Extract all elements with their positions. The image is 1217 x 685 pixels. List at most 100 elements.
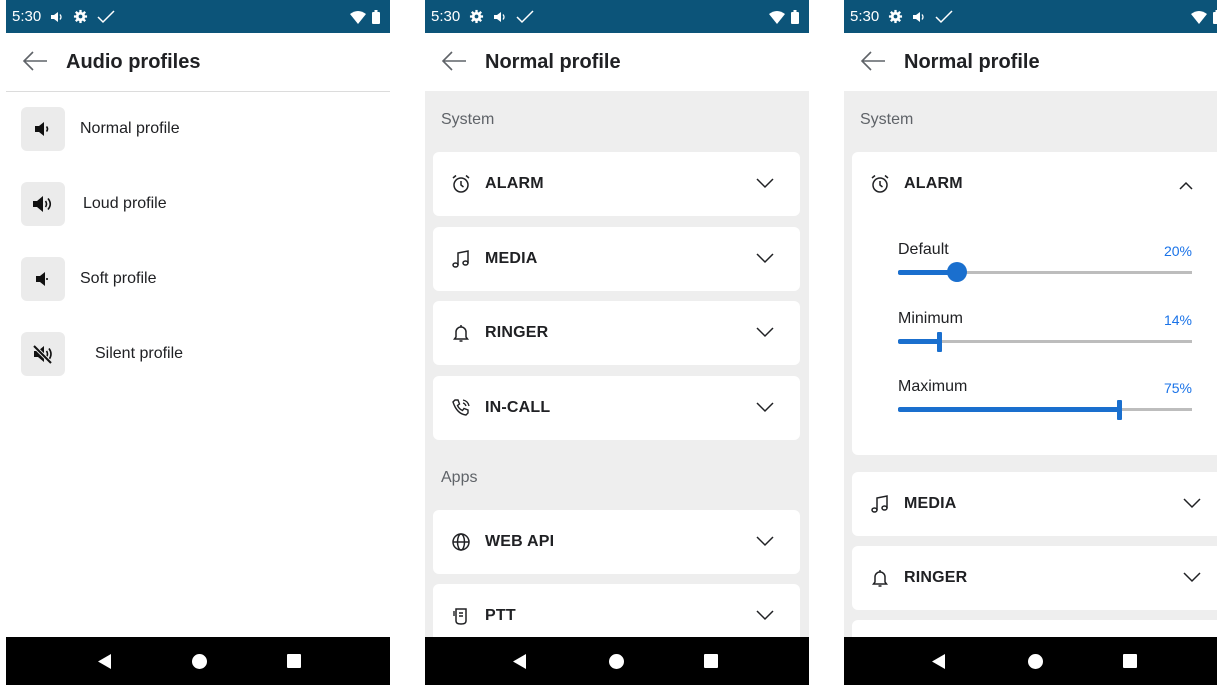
nav-recents-icon[interactable] [1123, 654, 1137, 668]
chevron-down-icon[interactable] [756, 253, 774, 264]
nav-back-icon[interactable] [513, 654, 527, 669]
nav-home-icon[interactable] [609, 654, 624, 669]
music-note-icon [871, 495, 888, 513]
slider-maximum[interactable]: Maximum 75% [898, 378, 1192, 428]
category-card-ringer[interactable]: RINGER [852, 546, 1217, 610]
section-label-system: System [441, 111, 495, 128]
settings-status-icon [73, 9, 88, 24]
volume-high-icon [33, 196, 52, 212]
chevron-down-icon[interactable] [1183, 572, 1201, 583]
profile-label: Silent profile [95, 345, 184, 362]
page-title: Normal profile [904, 51, 1040, 73]
section-label-system: System [860, 111, 914, 128]
category-card-alarm[interactable]: ALARM [433, 152, 800, 216]
slider-label: Default [898, 241, 949, 258]
slider-value: 14% [1163, 312, 1192, 328]
category-title: WEB API [485, 533, 555, 550]
normal-profile-alarm-expanded-screen: 5:30 Normal profile System ALARM Default… [844, 0, 1217, 685]
volume-status-icon [51, 11, 62, 22]
volume-soft-icon [36, 272, 48, 286]
wifi-icon [1191, 10, 1207, 24]
profile-label: Soft profile [80, 270, 157, 287]
profile-label: Normal profile [80, 120, 180, 137]
volume-status-icon [494, 11, 505, 22]
bell-icon [453, 325, 469, 342]
page-title: Audio profiles [66, 51, 201, 73]
category-card-in-call[interactable]: IN-CALL [433, 376, 800, 440]
chevron-down-icon[interactable] [756, 610, 774, 621]
status-time: 5:30 [850, 8, 880, 25]
nav-bar [425, 637, 809, 685]
globe-icon [452, 533, 470, 551]
wifi-icon [769, 10, 785, 24]
audio-profiles-screen: 5:30 Audio profiles Normal profile Loud … [6, 0, 390, 685]
nav-home-icon[interactable] [1028, 654, 1043, 669]
slider-thumb[interactable] [937, 332, 943, 352]
category-title: ALARM [904, 175, 963, 192]
chevron-up-icon[interactable] [1179, 181, 1193, 190]
volume-low-icon [35, 122, 49, 136]
music-note-icon [452, 250, 469, 268]
bell-icon [872, 570, 888, 587]
volume-mute-icon [32, 344, 53, 364]
slider-label: Minimum [898, 310, 963, 327]
alarm-clock-icon [871, 174, 889, 193]
slider-fill [898, 407, 1119, 412]
battery-icon [791, 10, 799, 24]
app-bar: Audio profiles [6, 33, 390, 92]
page-title: Normal profile [485, 51, 621, 73]
status-bar: 5:30 [6, 0, 390, 33]
battery-icon [372, 10, 380, 24]
category-card-alarm-expanded: ALARM Default 20% Minimum 14% Maximum 75… [852, 152, 1217, 455]
section-label-apps: Apps [441, 469, 478, 486]
slider-thumb[interactable] [1116, 400, 1122, 420]
nav-recents-icon[interactable] [704, 654, 718, 668]
status-bar: 5:30 [425, 0, 809, 33]
volume-status-icon [913, 11, 924, 22]
slider-thumb[interactable] [946, 262, 967, 282]
ptt-device-icon [453, 608, 467, 625]
wifi-icon [350, 10, 366, 24]
slider-fill [898, 339, 940, 344]
status-time: 5:30 [431, 8, 461, 25]
slider-track[interactable] [898, 340, 1192, 343]
category-title: RINGER [485, 324, 549, 341]
nav-recents-icon[interactable] [287, 654, 301, 668]
back-arrow-icon[interactable] [441, 50, 467, 72]
chevron-down-icon[interactable] [756, 327, 774, 338]
category-title: ALARM [485, 175, 544, 192]
slider-minimum[interactable]: Minimum 14% [898, 310, 1192, 360]
battery-icon [1213, 10, 1217, 24]
chevron-down-icon[interactable] [756, 536, 774, 547]
chevron-down-icon[interactable] [1183, 498, 1201, 509]
nav-back-icon[interactable] [932, 654, 946, 669]
category-title: PTT [485, 607, 516, 624]
chevron-down-icon[interactable] [756, 402, 774, 413]
category-card-ringer[interactable]: RINGER [433, 301, 800, 365]
nav-bar [844, 637, 1217, 685]
category-card-media[interactable]: MEDIA [852, 472, 1217, 536]
phone-in-call-icon [452, 399, 470, 416]
check-status-icon [935, 9, 953, 23]
settings-status-icon [469, 9, 484, 24]
alarm-clock-icon [452, 174, 470, 193]
check-status-icon [516, 9, 534, 23]
slider-label: Maximum [898, 378, 968, 395]
check-status-icon [97, 9, 115, 23]
category-card-media[interactable]: MEDIA [433, 227, 800, 291]
category-title: RINGER [904, 569, 968, 586]
chevron-down-icon[interactable] [756, 178, 774, 189]
back-arrow-icon[interactable] [860, 50, 886, 72]
app-bar: Normal profile [844, 33, 1217, 91]
category-title: MEDIA [485, 250, 538, 267]
nav-bar [6, 637, 390, 685]
category-card-web-api[interactable]: WEB API [433, 510, 800, 574]
nav-home-icon[interactable] [192, 654, 207, 669]
back-arrow-icon[interactable] [22, 50, 48, 72]
category-title: IN-CALL [485, 399, 551, 416]
status-bar: 5:30 [844, 0, 1217, 33]
nav-back-icon[interactable] [98, 654, 112, 669]
slider-default[interactable]: Default 20% [898, 241, 1192, 291]
app-bar: Normal profile [425, 33, 809, 91]
category-title: MEDIA [904, 495, 957, 512]
